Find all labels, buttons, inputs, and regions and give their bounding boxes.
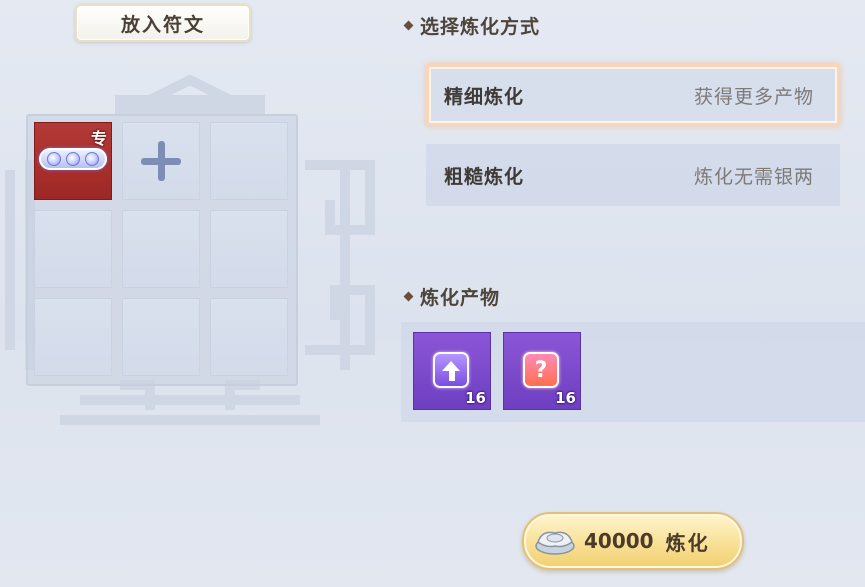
option-desc: 炼化无需银两 xyxy=(693,165,814,188)
insert-rune-tab-label: 放入符文 xyxy=(120,13,205,36)
product-qty: 16 xyxy=(465,389,486,407)
rune-slot-empty[interactable] xyxy=(210,210,288,288)
silver-ingot-icon xyxy=(534,526,576,556)
rune-slot-1[interactable]: 专 xyxy=(34,122,112,200)
rune-slot-empty[interactable] xyxy=(210,122,288,200)
products-title: 炼化产物 xyxy=(420,287,501,309)
products-heading: 炼化产物 xyxy=(403,283,501,310)
refine-option-fine[interactable]: 精细炼化 获得更多产物 xyxy=(426,64,840,126)
rune-slot-empty[interactable] xyxy=(34,210,112,288)
add-rune-slot[interactable] xyxy=(122,122,200,200)
diamond-bullet-icon xyxy=(403,291,414,302)
rune-slot-empty[interactable] xyxy=(122,298,200,376)
product-item-upgrade[interactable]: 16 xyxy=(413,332,491,410)
refine-method-title: 选择炼化方式 xyxy=(420,16,541,38)
insert-rune-tab[interactable]: 放入符文 xyxy=(75,4,251,42)
option-name: 粗糙炼化 xyxy=(444,165,525,188)
gem-icon xyxy=(46,152,61,166)
rune-slot-empty[interactable] xyxy=(122,210,200,288)
refine-button[interactable]: 40000 炼化 xyxy=(522,512,744,570)
rune-slot-empty[interactable] xyxy=(34,298,112,376)
product-item-mystery[interactable]: ? 16 xyxy=(503,332,581,410)
refine-button-label: 炼化 xyxy=(665,530,710,555)
gem-icon xyxy=(65,152,80,166)
gem-icon xyxy=(85,152,100,166)
rune-gem-bar xyxy=(39,148,107,170)
rune-slot-empty[interactable] xyxy=(210,298,288,376)
question-mark-icon: ? xyxy=(523,352,559,388)
product-qty: 16 xyxy=(555,389,576,407)
upgrade-arrow-icon xyxy=(433,352,469,388)
plus-icon xyxy=(139,139,183,183)
refine-cost: 40000 xyxy=(584,529,654,553)
option-name: 精细炼化 xyxy=(444,85,525,108)
option-desc: 获得更多产物 xyxy=(693,85,814,108)
diamond-bullet-icon xyxy=(403,20,414,31)
exclusive-tag: 专 xyxy=(90,129,107,148)
refine-method-heading: 选择炼化方式 xyxy=(403,12,541,39)
refine-option-rough[interactable]: 粗糙炼化 炼化无需银两 xyxy=(426,144,840,206)
